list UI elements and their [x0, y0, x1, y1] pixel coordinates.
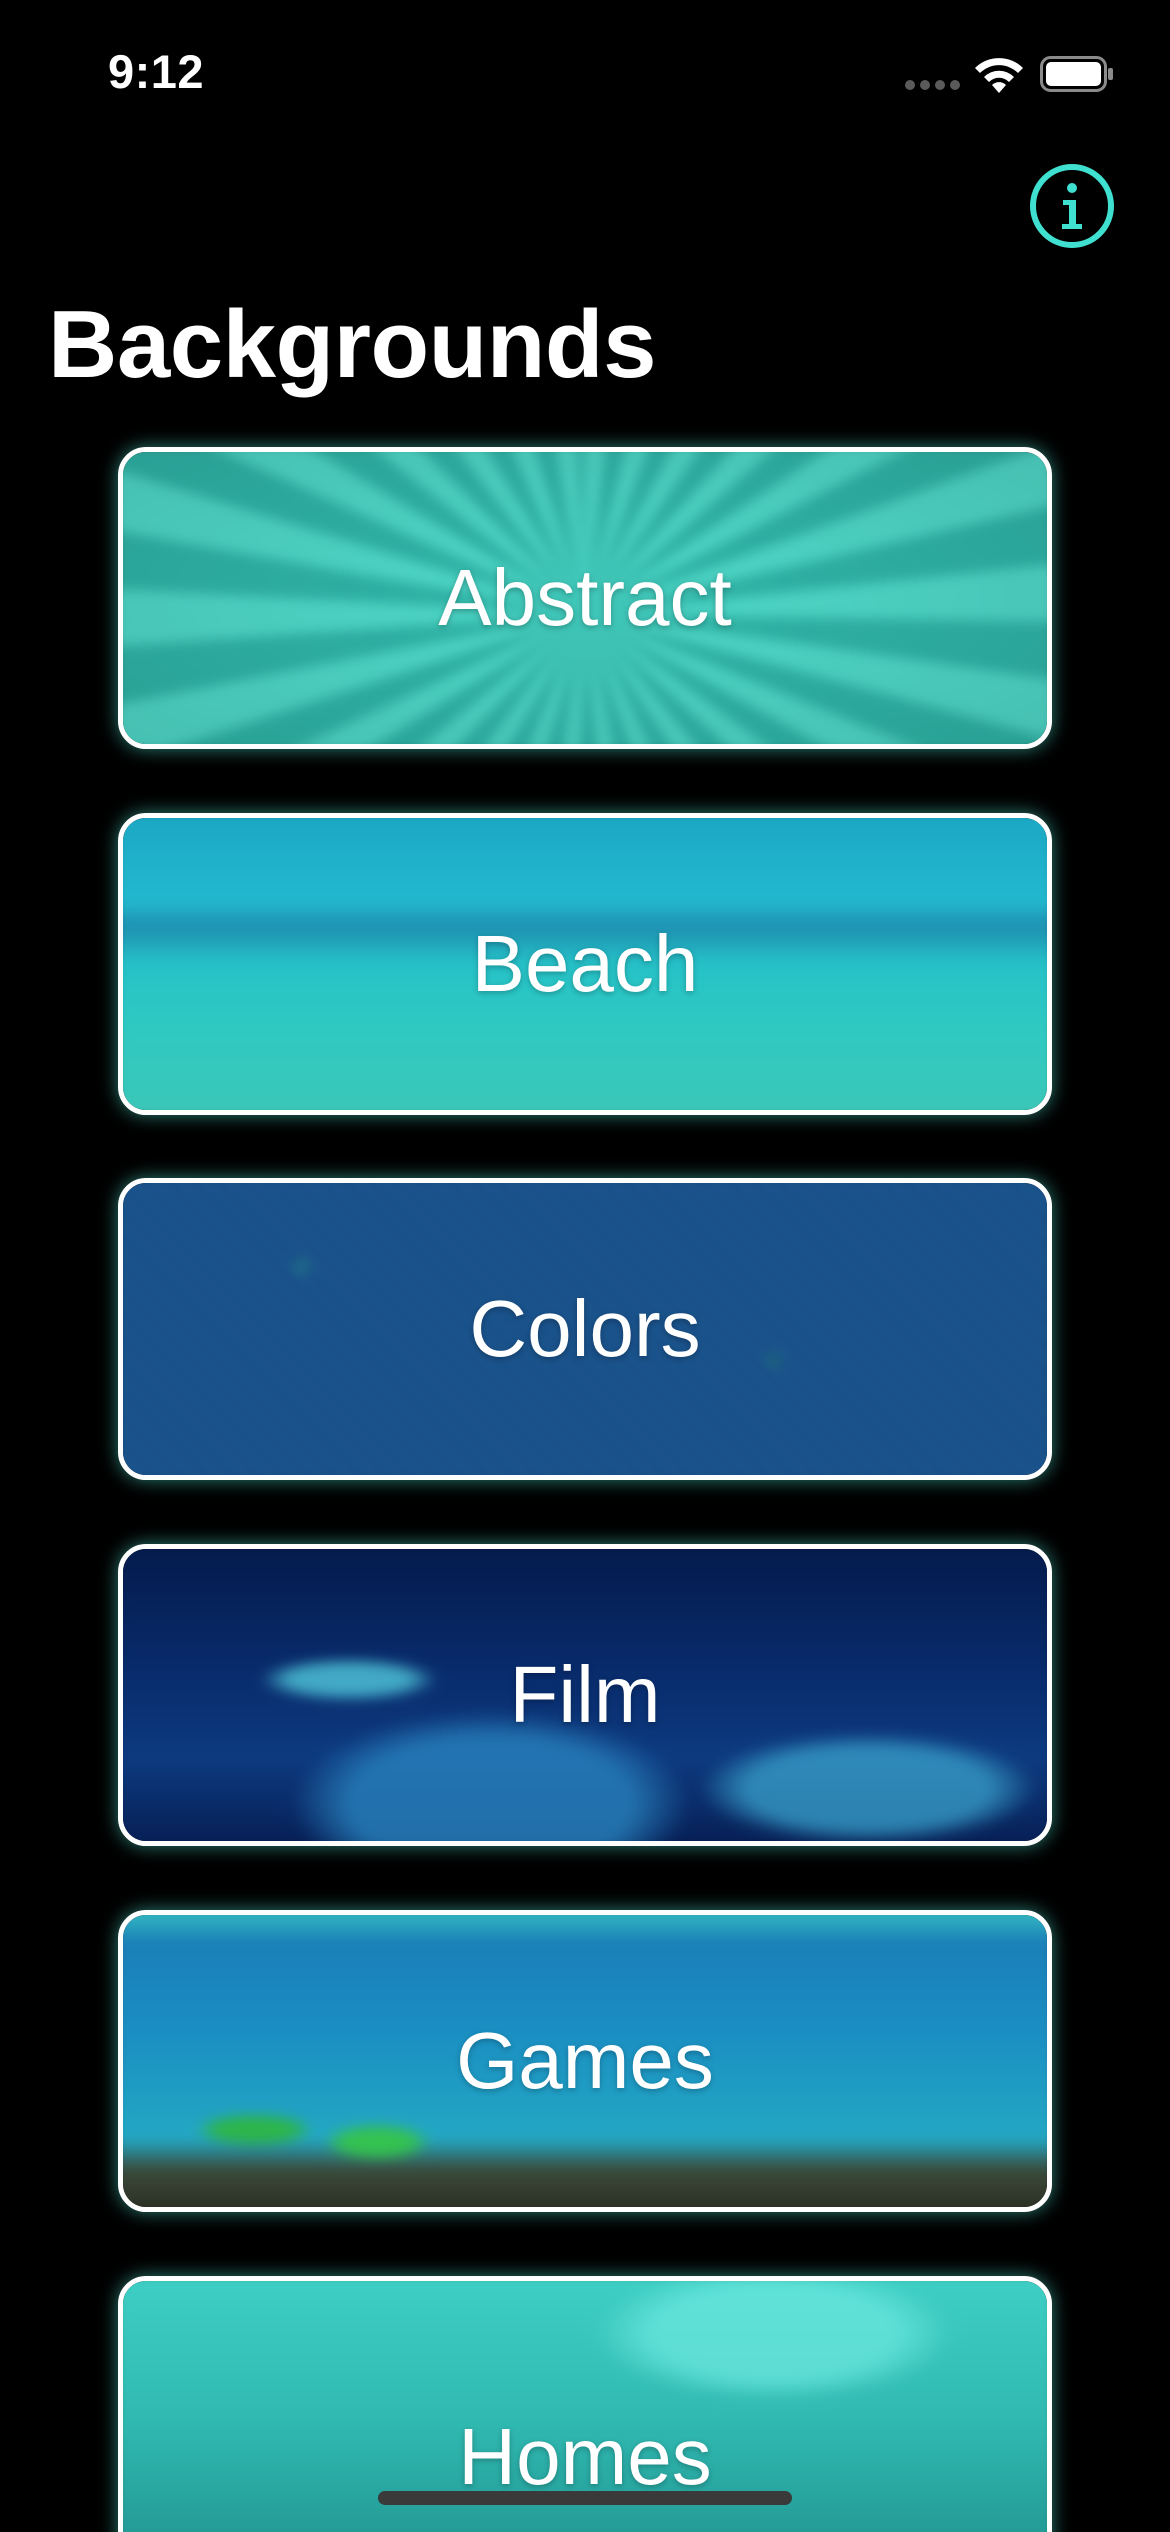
info-button[interactable]: [1030, 164, 1114, 248]
category-card-film[interactable]: Film: [118, 1544, 1052, 1846]
category-label: Abstract: [438, 553, 732, 642]
backgrounds-screen: 9:12 Backgrounds Abstract Beach Colors F…: [0, 0, 1170, 2532]
category-card-games[interactable]: Games: [118, 1910, 1052, 2212]
category-card-beach[interactable]: Beach: [118, 813, 1052, 1115]
page-title: Backgrounds: [48, 291, 656, 398]
info-icon: [1062, 183, 1082, 229]
cellular-signal-icon: [905, 80, 961, 90]
category-label: Film: [509, 1650, 661, 1739]
category-label: Beach: [471, 919, 699, 1008]
category-label: Games: [456, 2016, 714, 2105]
category-label: Colors: [469, 1284, 701, 1373]
home-indicator[interactable]: [378, 2491, 792, 2505]
wifi-icon: [975, 58, 1023, 93]
status-time: 9:12: [108, 45, 205, 98]
category-card-colors[interactable]: Colors: [118, 1178, 1052, 1480]
category-card-abstract[interactable]: Abstract: [118, 447, 1052, 749]
category-label: Homes: [458, 2412, 712, 2501]
battery-icon: [1040, 56, 1113, 92]
